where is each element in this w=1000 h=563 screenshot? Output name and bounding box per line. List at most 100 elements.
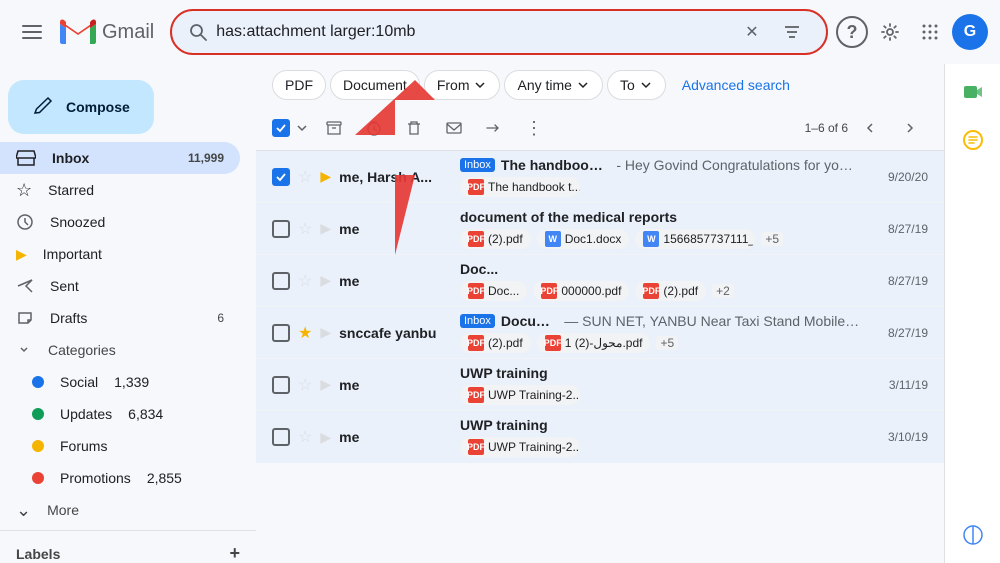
filter-pdf[interactable]: PDF <box>272 70 326 100</box>
important-icon: ▶ <box>16 246 27 263</box>
email-row[interactable]: ☆ ▶ me document of the medical reports P… <box>256 203 944 255</box>
filter-document[interactable]: Document <box>330 70 420 100</box>
pdf-icon: PDF <box>468 283 484 299</box>
mark-read-button[interactable] <box>436 110 472 146</box>
important-1[interactable]: ▶ <box>320 168 331 185</box>
attachment-chip: PDF Doc... <box>460 281 527 301</box>
more-button[interactable]: ⌄ More <box>0 494 240 526</box>
important-2[interactable]: ▶ <box>320 220 331 237</box>
email-list: ☆ ▶ me, Harsh A... Inbox The handbook to… <box>256 151 944 563</box>
sidebar-item-important[interactable]: ▶ Important <box>0 238 240 270</box>
email-checkbox-5[interactable] <box>272 376 290 394</box>
subject-line-5: UWP training <box>460 365 860 381</box>
inbox-icon <box>16 148 36 168</box>
right-panel-chat[interactable] <box>953 120 993 160</box>
filter-from[interactable]: From <box>424 70 501 100</box>
promotions-label: Promotions <box>60 470 131 486</box>
star-5[interactable]: ☆ <box>298 375 312 395</box>
email-checkbox-4[interactable] <box>272 324 290 342</box>
sender-5: me <box>339 377 419 393</box>
drafts-count: 6 <box>217 311 224 325</box>
select-dropdown-button[interactable] <box>292 118 312 138</box>
select-chevron <box>296 122 308 134</box>
email-row[interactable]: ☆ ▶ me UWP training PDF UWP Training-2..… <box>256 411 944 463</box>
email-left-1: ☆ ▶ me, Harsh A... <box>272 167 452 187</box>
email-right-6: 3/10/19 <box>868 430 928 444</box>
search-input[interactable] <box>216 23 734 41</box>
search-options-button[interactable] <box>774 14 810 50</box>
email-row[interactable]: ★ ▶ snccafe yanbu Inbox Docum... Report … <box>256 307 944 359</box>
email-checkbox-6[interactable] <box>272 428 290 446</box>
check-icon <box>275 122 287 134</box>
star-4[interactable]: ★ <box>298 323 312 343</box>
move-button[interactable] <box>476 110 512 146</box>
top-right-actions: ? G <box>836 14 988 50</box>
sidebar-item-updates[interactable]: Updates 6,834 <box>0 398 240 430</box>
sidebar-item-starred[interactable]: ☆ Starred <box>0 174 240 206</box>
email-checkbox-3[interactable] <box>272 272 290 290</box>
settings-button[interactable] <box>872 14 908 50</box>
snoozed-icon <box>16 213 34 231</box>
att-name: 1 (2)-محول.pdf <box>565 336 643 350</box>
more-actions-button[interactable]: ⋮ <box>516 110 552 146</box>
action-toolbar-right: 1–6 of 6 <box>805 110 928 146</box>
attachment-chip: PDF 000000.pdf <box>533 281 629 301</box>
to-label: To <box>620 77 635 93</box>
select-all-checkbox[interactable] <box>272 119 290 137</box>
important-6[interactable]: ▶ <box>320 429 331 446</box>
pdf-icon: PDF <box>541 283 557 299</box>
email-row[interactable]: ☆ ▶ me UWP training PDF UWP Training-2..… <box>256 359 944 411</box>
att-name: (2).pdf <box>488 232 523 246</box>
avatar[interactable]: G <box>952 14 988 50</box>
email-right-2: 8/27/19 <box>868 222 928 236</box>
sidebar-item-inbox[interactable]: Inbox 11,999 <box>0 142 240 174</box>
sidebar-item-forums[interactable]: Forums <box>0 430 240 462</box>
sidebar-item-sent[interactable]: Sent <box>0 270 240 302</box>
star-3[interactable]: ☆ <box>298 271 312 291</box>
att-name: Doc... <box>488 284 519 298</box>
archive-button[interactable] <box>316 110 352 146</box>
sidebar-item-categories[interactable]: Categories <box>0 334 240 366</box>
sidebar-item-drafts[interactable]: Drafts 6 <box>0 302 240 334</box>
prev-page-button[interactable] <box>852 110 888 146</box>
right-panel-meet[interactable] <box>953 72 993 112</box>
snooze-button[interactable] <box>356 110 392 146</box>
advanced-search-link[interactable]: Advanced search <box>674 71 798 99</box>
filter-to[interactable]: To <box>607 70 666 100</box>
pdf-icon: PDF <box>468 387 484 403</box>
important-4[interactable]: ▶ <box>320 324 331 341</box>
email-row[interactable]: ☆ ▶ me, Harsh A... Inbox The handbook to… <box>256 151 944 203</box>
star-2[interactable]: ☆ <box>298 219 312 239</box>
important-3[interactable]: ▶ <box>320 272 331 289</box>
delete-button[interactable] <box>396 110 432 146</box>
star-6[interactable]: ☆ <box>298 427 312 447</box>
subject-line-2: document of the medical reports <box>460 209 860 225</box>
attachments-4: PDF (2).pdf PDF 1 (2)-محول.pdf +5 <box>460 333 860 353</box>
right-panel-spaces[interactable] <box>953 515 993 555</box>
filter-anytime[interactable]: Any time <box>504 70 602 100</box>
sidebar-item-promotions[interactable]: Promotions 2,855 <box>0 462 240 494</box>
next-page-button[interactable] <box>892 110 928 146</box>
email-left-3: ☆ ▶ me <box>272 271 452 291</box>
attachment-chip: PDF (2).pdf <box>460 333 531 353</box>
menu-icon[interactable] <box>12 12 52 52</box>
add-label-button[interactable]: + <box>229 543 240 563</box>
help-button[interactable]: ? <box>836 16 868 48</box>
sidebar-item-social[interactable]: Social 1,339 <box>0 366 240 398</box>
compose-button[interactable]: Compose <box>8 80 154 134</box>
labels-title: Labels <box>16 546 60 562</box>
top-bar: Gmail ✕ <box>0 0 1000 64</box>
star-1[interactable]: ☆ <box>298 167 312 187</box>
email-checkbox-2[interactable] <box>272 220 290 238</box>
action-toolbar: ⋮ 1–6 of 6 <box>256 106 944 151</box>
email-checkbox-1[interactable] <box>272 168 290 186</box>
apps-button[interactable] <box>912 14 948 50</box>
inbox-badge-1: Inbox <box>460 158 495 172</box>
email-row[interactable]: ☆ ▶ me Doc... PDF Doc... <box>256 255 944 307</box>
email-middle-4: Inbox Docum... Report — SUN NET, YANBU N… <box>460 313 860 353</box>
clear-search-button[interactable]: ✕ <box>734 14 770 50</box>
search-icons: ✕ <box>734 14 810 50</box>
important-5[interactable]: ▶ <box>320 376 331 393</box>
snippet-1: - Hey Govind Congratulations for your pu… <box>616 157 860 173</box>
sidebar-item-snoozed[interactable]: Snoozed <box>0 206 240 238</box>
